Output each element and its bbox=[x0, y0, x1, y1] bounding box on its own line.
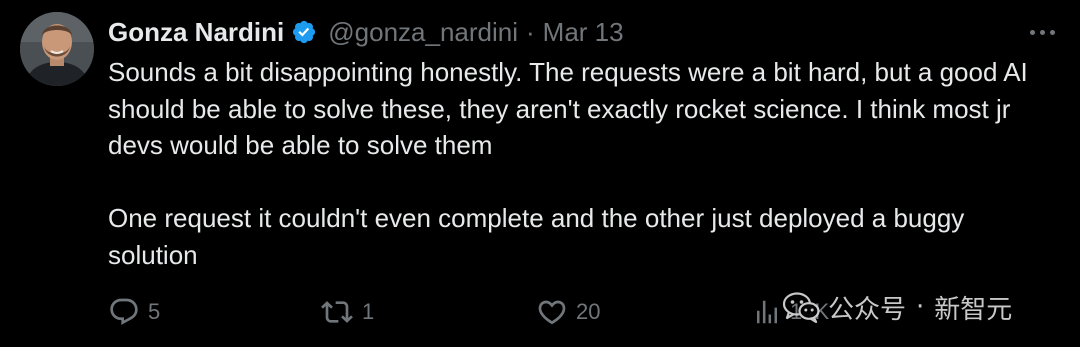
like-button[interactable]: 20 bbox=[536, 292, 600, 332]
author-name[interactable]: Gonza Nardini bbox=[108, 17, 284, 48]
wechat-icon bbox=[782, 292, 820, 323]
watermark-right-text: 新智元 bbox=[934, 294, 1013, 325]
tweet-paragraph: Sounds a bit disappointing honestly. The… bbox=[108, 57, 1028, 160]
speech-bubble-icon bbox=[110, 298, 138, 325]
repost-arrows-icon bbox=[321, 301, 353, 323]
reply-button[interactable]: 5 bbox=[108, 292, 160, 332]
header-separator: · bbox=[526, 16, 535, 47]
watermark-left-text: 公众号 bbox=[828, 294, 907, 325]
tweet-header: Gonza Nardini @gonza_nardini · Mar 13 bbox=[108, 14, 624, 50]
more-options-icon[interactable] bbox=[1022, 14, 1062, 50]
author-handle[interactable]: @gonza_nardini bbox=[328, 17, 518, 48]
tweet-text: Sounds a bit disappointing honestly. The… bbox=[108, 54, 1058, 273]
like-count: 20 bbox=[576, 299, 601, 324]
avatar[interactable] bbox=[20, 12, 94, 86]
verified-badge-icon bbox=[291, 19, 317, 45]
heart-icon bbox=[538, 300, 566, 325]
reply-count: 5 bbox=[148, 299, 161, 324]
repost-button[interactable]: 1 bbox=[320, 292, 374, 332]
repost-count: 1 bbox=[362, 299, 375, 324]
watermark: 公众号 · 新智元 bbox=[782, 284, 1012, 330]
tweet-date[interactable]: Mar 13 bbox=[543, 17, 624, 48]
avatar-image bbox=[20, 12, 94, 86]
bar-chart-icon bbox=[757, 300, 777, 324]
tweet: Gonza Nardini @gonza_nardini · Mar 13 So… bbox=[0, 0, 1080, 347]
watermark-separator: · bbox=[916, 292, 925, 322]
tweet-paragraph: One request it couldn't even complete an… bbox=[108, 203, 965, 270]
